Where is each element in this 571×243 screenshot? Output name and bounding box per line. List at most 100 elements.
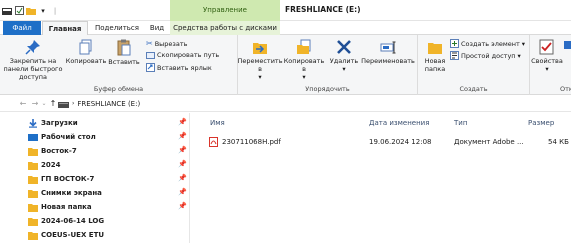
nav-item-folder[interactable]: COEUS-UEX ETU bbox=[0, 229, 190, 242]
copy-button[interactable]: Копировать bbox=[66, 39, 106, 65]
clipboard-group-label: Буфер обмена bbox=[93, 85, 144, 93]
paste-icon bbox=[117, 39, 131, 56]
pin-icon[interactable]: 📌 bbox=[178, 174, 187, 182]
tab-share[interactable]: Поделиться bbox=[88, 21, 146, 35]
properties-button[interactable]: Свойства ▾ bbox=[531, 39, 563, 73]
drive-icon bbox=[58, 101, 69, 108]
open-small-icon bbox=[564, 41, 571, 49]
move-to-button[interactable]: Переместить в ▾ bbox=[237, 39, 283, 81]
properties-dropdown-icon: ▾ bbox=[545, 65, 549, 73]
delete-dropdown-icon: ▾ bbox=[342, 65, 346, 73]
context-tab-group: Управление bbox=[170, 0, 280, 21]
rename-label: Переименовать bbox=[361, 57, 415, 65]
title-bar: ▾ | Управление FRESHLIANCE (E:) bbox=[0, 0, 571, 21]
pin-quick-access-label: Закрепить на панели быстрого доступа bbox=[3, 57, 63, 81]
nav-item-folder[interactable]: Снимки экрана 📌 bbox=[0, 187, 190, 200]
scissors-icon: ✂ bbox=[146, 39, 153, 48]
delete-label: Удалить bbox=[329, 57, 359, 65]
paste-shortcut-icon bbox=[146, 63, 155, 72]
delete-button[interactable]: Удалить ▾ bbox=[328, 39, 360, 73]
organize-group-label: Упорядочить bbox=[305, 85, 350, 93]
nav-item-label: 2024 bbox=[41, 161, 61, 169]
pin-icon[interactable]: 📌 bbox=[178, 202, 187, 210]
paste-button[interactable]: Вставить bbox=[106, 39, 142, 66]
copy-to-button[interactable]: Копировать в ▾ bbox=[282, 39, 326, 81]
customize-qat-icon[interactable]: ▾ bbox=[38, 6, 48, 16]
back-button[interactable]: ← bbox=[18, 98, 28, 109]
copy-path-label: Скопировать путь bbox=[157, 51, 220, 59]
nav-item-label: Новая папка bbox=[41, 203, 92, 211]
address-path[interactable]: › FRESHLIANCE (E:) bbox=[58, 97, 571, 110]
ribbon-tabs: Файл Главная Поделиться Вид Средства раб… bbox=[0, 21, 571, 35]
file-name: 230711068H.pdf bbox=[222, 138, 281, 146]
paste-shortcut-label: Вставить ярлык bbox=[157, 63, 212, 72]
quick-access-toolbar: ▾ | bbox=[2, 4, 60, 17]
nav-item-folder[interactable]: Восток-7 📌 bbox=[0, 145, 190, 158]
breadcrumb-drive[interactable]: FRESHLIANCE (E:) bbox=[77, 100, 140, 108]
new-folder-small-icon[interactable] bbox=[26, 6, 36, 16]
paste-shortcut-button[interactable]: Вставить ярлык bbox=[146, 63, 212, 72]
nav-item-label: ГП ВОСТОК-7 bbox=[41, 175, 95, 183]
easy-access-button[interactable]: Простой доступ ▾ bbox=[450, 51, 521, 60]
tab-disk-tools[interactable]: Средства работы с дисками bbox=[170, 21, 280, 35]
properties-icon[interactable] bbox=[14, 6, 24, 16]
pin-icon[interactable]: 📌 bbox=[178, 188, 187, 196]
pin-icon[interactable]: 📌 bbox=[178, 132, 187, 140]
ribbon: Закрепить на панели быстрого доступа Коп… bbox=[0, 35, 571, 95]
new-folder-button[interactable]: Новая папка bbox=[420, 39, 450, 73]
pin-icon[interactable]: 📌 bbox=[178, 146, 187, 154]
cut-button[interactable]: ✂ Вырезать bbox=[146, 39, 187, 48]
table-row[interactable]: 230711068H.pdf 19.06.2024 12:08 Документ… bbox=[192, 135, 571, 149]
copy-to-label: Копировать в bbox=[283, 57, 325, 73]
file-date: 19.06.2024 12:08 bbox=[369, 138, 432, 146]
column-header-name[interactable]: Имя bbox=[210, 119, 225, 127]
tab-view[interactable]: Вид bbox=[146, 21, 168, 35]
properties-label: Свойства bbox=[531, 57, 563, 65]
column-header-size[interactable]: Размер bbox=[528, 119, 554, 127]
folder-icon bbox=[28, 162, 38, 170]
nav-item-folder[interactable]: 2024-06-14 LOG bbox=[0, 215, 190, 228]
pin-quick-access-button[interactable]: Закрепить на панели быстрого доступа bbox=[2, 39, 64, 81]
nav-item-label: Восток-7 bbox=[41, 147, 77, 155]
new-item-dropdown-icon: ▾ bbox=[521, 39, 526, 48]
qat-separator: | bbox=[53, 6, 57, 15]
pdf-file-icon bbox=[209, 137, 218, 147]
download-icon bbox=[29, 119, 37, 128]
up-arrow-icon: ↑ bbox=[49, 99, 57, 108]
nav-item-folder[interactable]: ГП ВОСТОК-7 📌 bbox=[0, 173, 190, 186]
nav-item-downloads[interactable]: Загрузки 📌 bbox=[0, 117, 190, 130]
up-button[interactable]: ↑ bbox=[48, 98, 58, 109]
explorer-window-icon bbox=[2, 6, 12, 16]
column-header-type[interactable]: Тип bbox=[454, 119, 467, 127]
clipboard-group: Закрепить на панели быстрого доступа Коп… bbox=[0, 35, 238, 95]
tab-home[interactable]: Главная bbox=[42, 21, 88, 35]
nav-item-desktop[interactable]: Рабочий стол 📌 bbox=[0, 131, 190, 144]
tab-file[interactable]: Файл bbox=[3, 21, 41, 35]
forward-button[interactable]: → bbox=[30, 98, 40, 109]
new-folder-label: Новая папка bbox=[424, 57, 446, 73]
create-group: Новая папка Создать элемент ▾ Простой до… bbox=[418, 35, 530, 95]
back-arrow-icon: ← bbox=[19, 99, 27, 108]
copy-to-icon bbox=[297, 39, 311, 54]
create-group-label: Создать bbox=[459, 85, 488, 93]
file-list: Имя Дата изменения Тип Размер 230711068H… bbox=[192, 113, 571, 243]
organize-group: Переместить в ▾ Копировать в ▾ Удалить ▾… bbox=[237, 35, 418, 95]
nav-item-label: Рабочий стол bbox=[41, 133, 96, 141]
nav-item-label: 2024-06-14 LOG bbox=[41, 217, 105, 225]
pin-icon[interactable]: 📌 bbox=[178, 160, 187, 168]
rename-icon bbox=[380, 41, 396, 54]
desktop-icon bbox=[28, 134, 38, 141]
nav-item-folder[interactable]: 2024 📌 bbox=[0, 159, 190, 172]
chevron-down-icon: ⌄ bbox=[41, 100, 47, 107]
copy-path-button[interactable]: Скопировать путь bbox=[146, 51, 219, 59]
window-title: FRESHLIANCE (E:) bbox=[285, 5, 361, 14]
new-item-button[interactable]: Создать элемент ▾ bbox=[450, 39, 525, 48]
column-header-date[interactable]: Дата изменения bbox=[369, 119, 429, 127]
rename-button[interactable]: Переименовать bbox=[360, 39, 416, 65]
recent-locations-button[interactable]: ⌄ bbox=[40, 98, 48, 109]
easy-access-dropdown-icon: ▾ bbox=[517, 51, 521, 60]
move-to-dropdown-icon: ▾ bbox=[258, 73, 262, 81]
nav-item-folder[interactable]: Новая папка 📌 bbox=[0, 201, 190, 214]
pin-icon[interactable]: 📌 bbox=[178, 118, 187, 126]
nav-item-label: Снимки экрана bbox=[41, 189, 102, 197]
